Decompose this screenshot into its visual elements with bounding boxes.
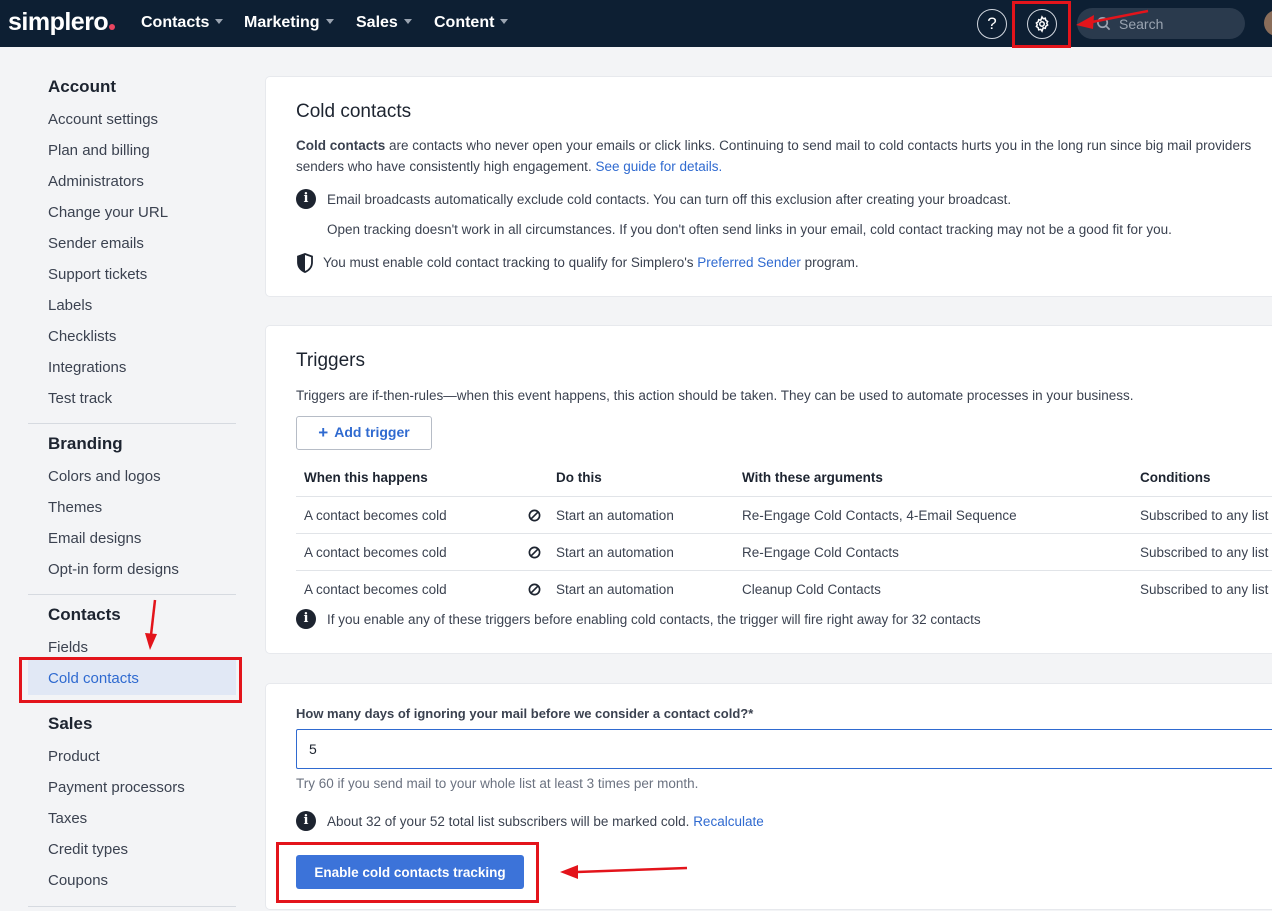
sidebar-item-colors-logos[interactable]: Colors and logos bbox=[48, 468, 161, 485]
search-box[interactable] bbox=[1077, 8, 1245, 39]
estimate-text: About 32 of your 52 total list subscribe… bbox=[327, 814, 764, 829]
sidebar-item-account-settings[interactable]: Account settings bbox=[48, 111, 158, 128]
info-icon: i bbox=[296, 189, 316, 209]
chevron-down-icon bbox=[403, 19, 412, 24]
top-navbar: simplero Contacts Marketing Sales Conten… bbox=[0, 0, 1272, 47]
sidebar-divider bbox=[28, 906, 236, 907]
shield-icon bbox=[297, 253, 313, 273]
info-exclude-text: Email broadcasts automatically exclude c… bbox=[327, 192, 1012, 207]
preferred-sender-text: You must enable cold contact tracking to… bbox=[323, 255, 859, 270]
sidebar-item-credit-types[interactable]: Credit types bbox=[48, 841, 128, 858]
days-hint: Try 60 if you send mail to your whole li… bbox=[296, 776, 699, 791]
info-tracking-text: Open tracking doesn't work in all circum… bbox=[327, 222, 1172, 237]
disabled-icon[interactable] bbox=[528, 546, 541, 559]
nav-content[interactable]: Content bbox=[434, 14, 509, 32]
sidebar-item-checklists[interactable]: Checklists bbox=[48, 328, 116, 345]
annotation-highlight-cold-contacts bbox=[19, 657, 242, 703]
cold-intro-line1: Cold contacts are contacts who never ope… bbox=[296, 138, 1252, 153]
sidebar-item-administrators[interactable]: Administrators bbox=[48, 173, 144, 190]
sidebar-item-optin-form-designs[interactable]: Opt-in form designs bbox=[48, 561, 179, 578]
help-button[interactable]: ? bbox=[977, 9, 1007, 39]
triggers-note: If you enable any of these triggers befo… bbox=[327, 612, 981, 627]
table-row[interactable]: A contact becomes cold Start an automati… bbox=[296, 496, 1272, 533]
sidebar-item-support-tickets[interactable]: Support tickets bbox=[48, 266, 147, 283]
sidebar-heading-sales: Sales bbox=[48, 714, 93, 733]
search-icon bbox=[1097, 17, 1111, 31]
plus-icon: + bbox=[318, 423, 329, 442]
triggers-title: Triggers bbox=[296, 350, 365, 371]
sidebar-heading-branding: Branding bbox=[48, 434, 123, 453]
disabled-icon[interactable] bbox=[528, 509, 541, 522]
nav-sales[interactable]: Sales bbox=[356, 14, 412, 32]
recalculate-link[interactable]: Recalculate bbox=[693, 814, 764, 829]
sidebar-item-payment-processors[interactable]: Payment processors bbox=[48, 779, 185, 796]
sidebar-divider bbox=[28, 594, 236, 595]
cold-intro-line2: senders who have consistently high engag… bbox=[296, 159, 723, 174]
triggers-card: Triggers Triggers are if-then-rules—when… bbox=[266, 326, 1272, 653]
chevron-down-icon bbox=[325, 19, 334, 24]
sidebar-item-labels[interactable]: Labels bbox=[48, 297, 92, 314]
sidebar-item-product[interactable]: Product bbox=[48, 748, 100, 765]
question-icon: ? bbox=[987, 14, 997, 33]
sidebar-item-sender-emails[interactable]: Sender emails bbox=[48, 235, 144, 252]
sidebar-item-change-url[interactable]: Change your URL bbox=[48, 204, 168, 221]
info-icon: i bbox=[296, 609, 316, 629]
see-guide-link[interactable]: See guide for details. bbox=[595, 159, 722, 174]
chevron-down-icon bbox=[500, 19, 509, 24]
annotation-highlight-enable bbox=[276, 842, 539, 903]
days-input[interactable] bbox=[296, 729, 1272, 769]
days-question-label: How many days of ignoring your mail befo… bbox=[296, 706, 754, 721]
cold-contacts-card: Cold contacts Cold contacts are contacts… bbox=[266, 77, 1272, 296]
chevron-down-icon bbox=[215, 19, 224, 24]
sidebar-item-integrations[interactable]: Integrations bbox=[48, 359, 126, 376]
col-when: When this happens bbox=[304, 470, 428, 485]
disabled-icon[interactable] bbox=[528, 583, 541, 596]
search-input[interactable] bbox=[1119, 13, 1234, 34]
nav-contacts[interactable]: Contacts bbox=[141, 14, 224, 32]
sidebar-item-taxes[interactable]: Taxes bbox=[48, 810, 87, 827]
trigger-argument-link[interactable]: Cleanup Cold Contacts bbox=[742, 582, 881, 597]
triggers-description: Triggers are if-then-rules—when this eve… bbox=[296, 388, 1134, 403]
col-args: With these arguments bbox=[742, 470, 883, 485]
sidebar-divider bbox=[28, 423, 236, 424]
table-row[interactable]: A contact becomes cold Start an automati… bbox=[296, 570, 1272, 607]
sidebar-item-plan-billing[interactable]: Plan and billing bbox=[48, 142, 150, 159]
simplero-logo[interactable]: simplero bbox=[8, 8, 116, 37]
sidebar-item-email-designs[interactable]: Email designs bbox=[48, 530, 141, 547]
sidebar-heading-account: Account bbox=[48, 77, 116, 96]
preferred-sender-link[interactable]: Preferred Sender bbox=[697, 255, 801, 270]
nav-marketing[interactable]: Marketing bbox=[244, 14, 334, 32]
sidebar-item-fields[interactable]: Fields bbox=[48, 639, 88, 656]
trigger-argument-link[interactable]: Re-Engage Cold Contacts bbox=[742, 545, 899, 560]
sidebar-heading-contacts: Contacts bbox=[48, 605, 121, 624]
add-trigger-button[interactable]: + Add trigger bbox=[296, 416, 432, 450]
avatar[interactable] bbox=[1264, 10, 1272, 36]
trigger-argument-link[interactable]: Re-Engage Cold Contacts, 4-Email Sequenc… bbox=[742, 508, 1017, 523]
info-icon: i bbox=[296, 811, 316, 831]
cold-contacts-title: Cold contacts bbox=[296, 101, 412, 122]
annotation-highlight-gear bbox=[1012, 1, 1071, 48]
col-conditions: Conditions bbox=[1140, 470, 1211, 485]
sidebar-item-themes[interactable]: Themes bbox=[48, 499, 102, 516]
table-row[interactable]: A contact becomes cold Start an automati… bbox=[296, 533, 1272, 570]
sidebar-item-test-track[interactable]: Test track bbox=[48, 390, 112, 407]
sidebar-item-coupons[interactable]: Coupons bbox=[48, 872, 108, 889]
settings-sidebar: Account Account settings Plan and billin… bbox=[0, 47, 250, 911]
col-do: Do this bbox=[556, 470, 602, 485]
